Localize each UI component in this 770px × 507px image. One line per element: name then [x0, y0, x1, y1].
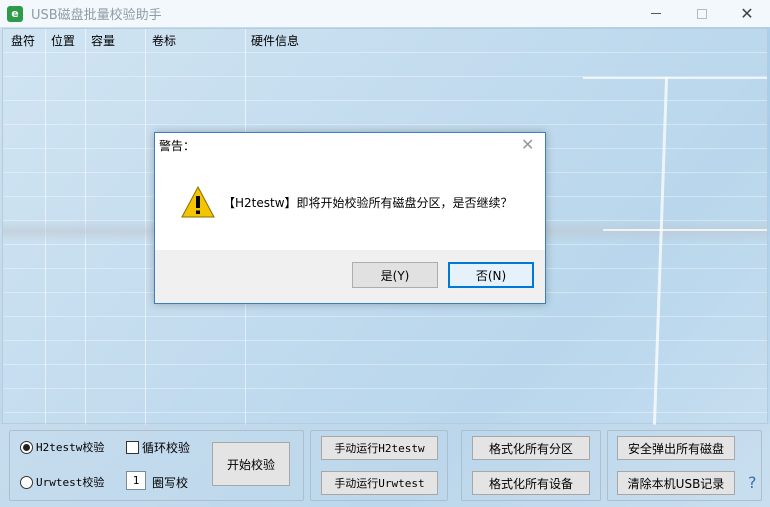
rounds-label: 圈写校	[152, 476, 189, 490]
column-header-location[interactable]: 位置	[43, 29, 75, 53]
column-header-capacity[interactable]: 容量	[83, 29, 115, 53]
format-partitions-button[interactable]: 格式化所有分区	[472, 436, 590, 460]
radio-selected-icon	[20, 440, 33, 454]
loop-verify-checkbox[interactable]: 循环校验	[126, 439, 190, 456]
column-header-hardware-info[interactable]: 硬件信息	[243, 29, 299, 53]
radio-unselected-icon	[20, 475, 33, 489]
run-urwtest-button[interactable]: 手动运行Urwtest	[321, 471, 438, 495]
app-icon: e	[7, 5, 23, 22]
close-button[interactable]: ✕	[724, 0, 770, 27]
yes-button[interactable]: 是(Y)	[352, 262, 438, 288]
title-bar: e USB磁盘批量校验助手 ✕	[0, 0, 770, 27]
no-button[interactable]: 否(N)	[448, 262, 534, 288]
run-h2testw-button[interactable]: 手动运行H2testw	[321, 436, 438, 460]
start-verify-button[interactable]: 开始校验	[212, 442, 290, 486]
dialog-message: 【H2testw】即将开始校验所有磁盘分区，是否继续？	[223, 196, 513, 210]
dialog-title: 警告：	[159, 139, 196, 153]
close-icon: ✕	[740, 4, 754, 23]
column-header-drive[interactable]: 盘符	[3, 29, 35, 53]
radio-urwtest[interactable]: Urwtest校验	[20, 474, 104, 490]
radio-urwtest-label: Urwtest校验	[36, 476, 105, 489]
clear-usb-records-button[interactable]: 清除本机USB记录	[617, 471, 735, 495]
radio-h2testw[interactable]: H2testw校验	[20, 439, 104, 455]
format-devices-button[interactable]: 格式化所有设备	[472, 471, 590, 495]
radio-h2testw-label: H2testw校验	[36, 441, 105, 454]
dialog-close-button[interactable]: ✕	[521, 135, 534, 154]
maximize-icon	[697, 8, 707, 19]
warning-dialog: 警告： ✕ 【H2testw】即将开始校验所有磁盘分区，是否继续？ 是(Y) 否…	[154, 132, 546, 304]
checkbox-icon	[126, 441, 139, 454]
column-header-volume-label[interactable]: 卷标	[144, 29, 176, 53]
warning-icon	[181, 186, 215, 218]
help-icon[interactable]: ?	[748, 473, 757, 492]
loop-verify-label: 循环校验	[142, 441, 191, 455]
minimize-button[interactable]	[633, 0, 679, 27]
eject-all-disks-button[interactable]: 安全弹出所有磁盘	[617, 436, 735, 460]
window-title: USB磁盘批量校验助手	[31, 8, 162, 23]
dialog-button-bar: 是(Y) 否(N)	[155, 250, 545, 303]
maximize-button[interactable]	[679, 0, 725, 27]
rounds-input[interactable]: 1	[126, 471, 146, 490]
minimize-icon	[651, 13, 661, 14]
